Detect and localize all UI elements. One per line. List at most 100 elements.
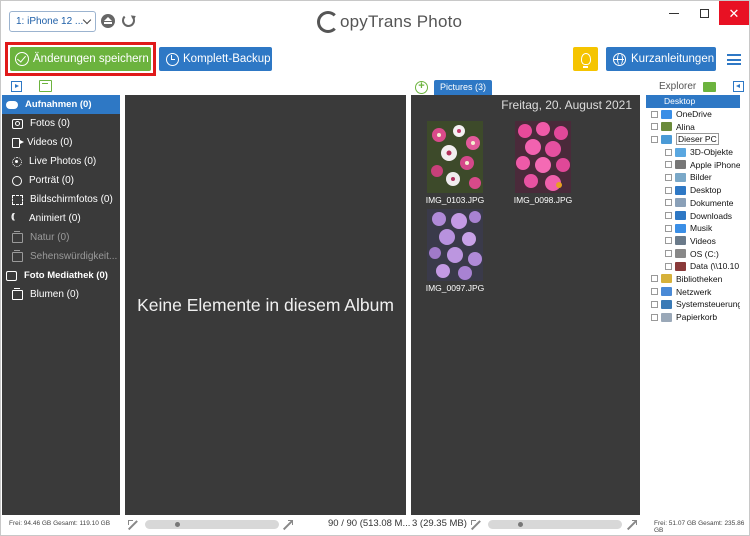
- folder-icon[interactable]: [703, 82, 716, 92]
- explorer-tree-item[interactable]: Downloads: [646, 209, 748, 222]
- explorer-tree-item[interactable]: OS (C:): [646, 247, 748, 260]
- expand-checkbox[interactable]: [651, 123, 658, 131]
- folder-icon: [675, 261, 686, 271]
- tips-button[interactable]: [573, 47, 598, 71]
- explorer-scrollbar[interactable]: [740, 95, 748, 515]
- device-select-label: 1: iPhone 12 ...: [16, 16, 84, 27]
- explorer-tree-item[interactable]: Dieser PC: [646, 133, 748, 146]
- center-item-count: 90 / 90 (513.08 M...: [328, 518, 411, 529]
- explorer-item-label: Netzwerk: [676, 286, 712, 297]
- expand-checkbox[interactable]: [651, 110, 658, 118]
- album-item[interactable]: Animiert (0): [2, 209, 120, 228]
- expand-checkbox[interactable]: [651, 135, 658, 143]
- explorer-item-label: Bibliotheken: [676, 273, 723, 284]
- expand-checkbox[interactable]: [665, 224, 672, 232]
- explorer-tree-item[interactable]: OneDrive: [646, 108, 748, 121]
- device-select[interactable]: 1: iPhone 12 ...: [9, 11, 96, 32]
- eject-icon[interactable]: [101, 14, 115, 28]
- album-icon: [12, 230, 23, 243]
- album-item[interactable]: Natur (0): [2, 228, 120, 247]
- expand-checkbox[interactable]: [665, 212, 672, 220]
- explorer-item-label: Desktop: [690, 185, 722, 196]
- tab-pictures[interactable]: Pictures (3): [434, 80, 493, 95]
- explorer-tree-item[interactable]: Alina: [646, 120, 748, 133]
- full-backup-label: Komplett-Backup: [183, 53, 271, 65]
- album-item[interactable]: Fotos (0): [2, 114, 120, 133]
- expand-checkbox[interactable]: [665, 186, 672, 194]
- new-album-icon[interactable]: [39, 80, 52, 92]
- live-photo-icon: [12, 156, 22, 167]
- explorer-item-label: Systemsteuerung: [676, 299, 743, 310]
- zoom-out-icon[interactable]: [471, 520, 481, 530]
- album-item[interactable]: Videos (0): [2, 133, 120, 152]
- expand-checkbox[interactable]: [665, 250, 672, 258]
- collapse-right-panel-icon[interactable]: [733, 81, 744, 92]
- expand-checkbox[interactable]: [665, 173, 672, 181]
- zoom-out-icon[interactable]: [128, 520, 138, 530]
- explorer-panel: Desktop OneDrive Alina Dieser PC 3D-Objekte A…: [646, 95, 748, 515]
- explorer-tree-item[interactable]: Bibliotheken: [646, 273, 748, 286]
- explorer-tree-item[interactable]: 3D-Objekte: [646, 146, 748, 159]
- expand-checkbox[interactable]: [651, 275, 658, 283]
- explorer-tree-item[interactable]: Netzwerk: [646, 285, 748, 298]
- explorer-tree-item[interactable]: Dokumente: [646, 197, 748, 210]
- collapse-left-panel-icon[interactable]: [11, 81, 22, 92]
- expand-checkbox[interactable]: [665, 262, 672, 270]
- close-button[interactable]: ✕: [719, 1, 749, 25]
- flower-photo-icon: [427, 121, 483, 193]
- explorer-tree-item[interactable]: Bilder: [646, 171, 748, 184]
- expand-checkbox[interactable]: [665, 148, 672, 156]
- explorer-tree-item[interactable]: Apple iPhone: [646, 158, 748, 171]
- maximize-button[interactable]: [689, 1, 719, 25]
- folder-icon: [675, 160, 686, 170]
- photos-zoom-slider[interactable]: [488, 520, 622, 529]
- album-item-label: Natur (0): [30, 232, 70, 243]
- album-group-header[interactable]: Aufnahmen (0): [2, 95, 120, 114]
- full-backup-button[interactable]: Komplett-Backup: [159, 47, 272, 71]
- photo-filename: IMG_0098.JPG: [513, 195, 573, 205]
- center-zoom-slider[interactable]: [145, 520, 279, 529]
- album-item[interactable]: Blumen (0): [2, 285, 120, 304]
- explorer-item-label: Downloads: [690, 210, 733, 221]
- explorer-tree-item[interactable]: Desktop: [646, 95, 748, 108]
- add-folder-icon[interactable]: +: [415, 81, 428, 94]
- expand-checkbox[interactable]: [651, 300, 658, 308]
- photo-thumbnail[interactable]: [515, 121, 571, 193]
- photo-thumbnail[interactable]: [427, 209, 483, 281]
- minimize-button[interactable]: [659, 1, 689, 25]
- expand-checkbox[interactable]: [665, 199, 672, 207]
- explorer-tree-item[interactable]: Papierkorb: [646, 311, 748, 324]
- explorer-item-label: Apple iPhone: [690, 159, 741, 170]
- album-item[interactable]: Sehenswürdigkeit...: [2, 247, 120, 266]
- photo-thumbnail[interactable]: [427, 121, 483, 193]
- cloud-icon: [6, 100, 18, 109]
- zoom-in-icon[interactable]: [627, 520, 637, 530]
- save-changes-label: Änderungen speichern: [33, 53, 149, 65]
- album-item[interactable]: Porträt (0): [2, 171, 120, 190]
- slider-thumb[interactable]: [175, 522, 180, 527]
- explorer-tree-item[interactable]: Desktop: [646, 184, 748, 197]
- album-item-label: Porträt (0): [29, 175, 75, 186]
- album-item[interactable]: Live Photos (0): [2, 152, 120, 171]
- explorer-tree-item[interactable]: Systemsteuerung: [646, 298, 748, 311]
- album-group-header[interactable]: Foto Mediathek (0): [2, 266, 120, 285]
- explorer-tree-item[interactable]: Musik: [646, 222, 748, 235]
- album-item[interactable]: Bildschirmfotos (0): [2, 190, 120, 209]
- hamburger-menu-icon[interactable]: [727, 54, 741, 65]
- status-bar: Frei: 94.46 GB Gesamt: 119.10 GB 90 / 90…: [1, 515, 749, 535]
- close-icon: ✕: [728, 5, 740, 21]
- globe-icon: [613, 52, 626, 66]
- explorer-item-label: Desktop: [664, 96, 696, 107]
- refresh-icon[interactable]: [122, 14, 135, 27]
- expand-checkbox[interactable]: [665, 161, 672, 169]
- expand-checkbox[interactable]: [665, 237, 672, 245]
- slider-thumb[interactable]: [518, 522, 523, 527]
- expand-checkbox[interactable]: [651, 288, 658, 296]
- quick-guides-button[interactable]: Kurzanleitungen: [606, 47, 716, 71]
- zoom-in-icon[interactable]: [283, 520, 293, 530]
- explorer-tree-item[interactable]: Data (\\10.10: [646, 260, 748, 273]
- expand-checkbox[interactable]: [651, 313, 658, 321]
- album-item-label: Bildschirmfotos (0): [30, 194, 113, 205]
- save-changes-button[interactable]: Änderungen speichern: [10, 47, 151, 71]
- explorer-tree-item[interactable]: Videos: [646, 235, 748, 248]
